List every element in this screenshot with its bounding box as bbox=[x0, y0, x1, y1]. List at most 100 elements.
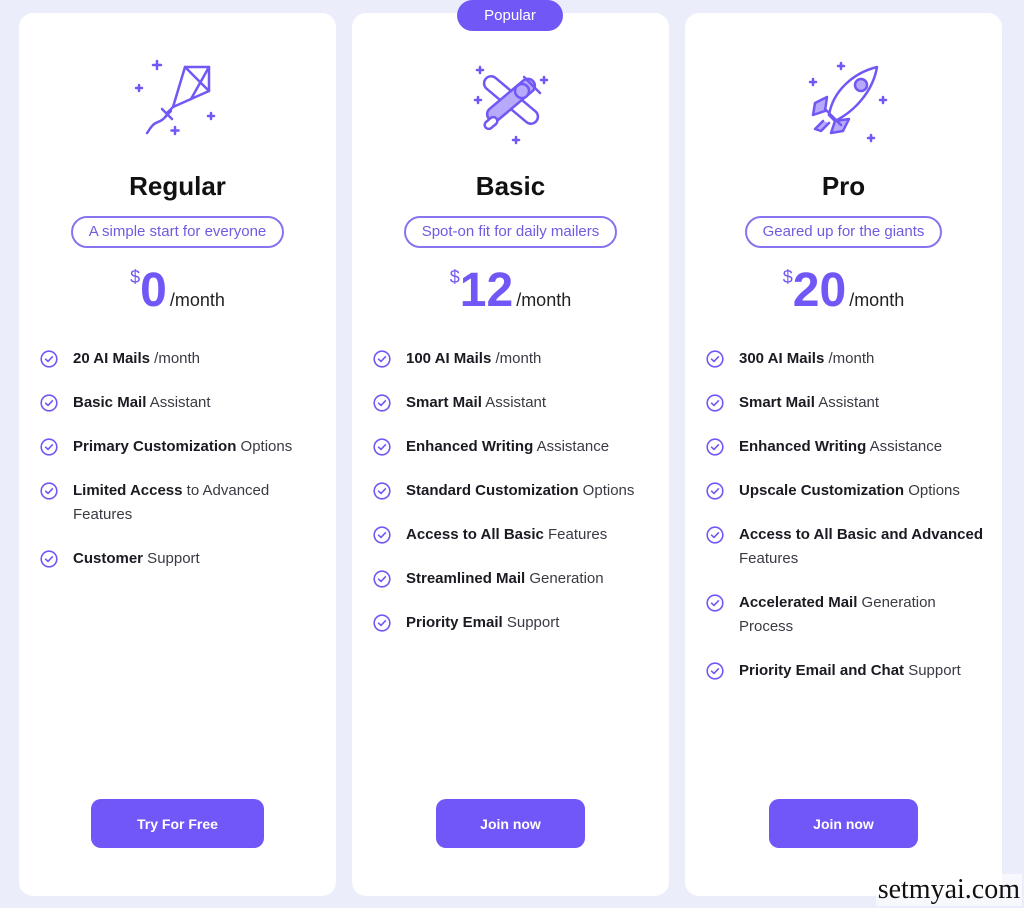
feature-text: Streamlined Mail Generation bbox=[406, 567, 604, 591]
feature-item: Smart Mail Assistant bbox=[706, 391, 986, 415]
feature-item: Enhanced Writing Assistance bbox=[373, 435, 653, 459]
feature-text: Standard Customization Options bbox=[406, 479, 634, 503]
feature-text: Access to All Basic Features bbox=[406, 523, 607, 547]
feature-list: 300 AI Mails /month Smart Mail Assistant E… bbox=[706, 347, 986, 703]
feature-item: Smart Mail Assistant bbox=[373, 391, 653, 415]
check-circle-icon bbox=[40, 438, 58, 456]
feature-rest: Support bbox=[502, 614, 560, 631]
plan-card-basic: Popular Basic Spot-on fit for daily mail… bbox=[352, 0, 669, 896]
check-circle-icon bbox=[373, 482, 391, 500]
feature-text: Smart Mail Assistant bbox=[739, 391, 879, 415]
feature-item: Access to All Basic Features bbox=[373, 523, 653, 547]
plan-name: Basic bbox=[475, 171, 546, 201]
feature-highlight: Upscale Customization bbox=[739, 482, 905, 499]
check-circle-icon bbox=[40, 350, 58, 368]
feature-text: 20 AI Mails /month bbox=[73, 347, 200, 371]
price-period: /month bbox=[516, 290, 572, 310]
feature-list: 100 AI Mails /month Smart Mail Assistant E… bbox=[373, 347, 653, 655]
check-circle-icon bbox=[40, 550, 58, 568]
plan-tagline: Spot-on fit for daily mailers bbox=[403, 216, 618, 248]
feature-item: 300 AI Mails /month bbox=[706, 347, 986, 371]
price-currency: $ bbox=[449, 267, 460, 287]
feature-item: Accelerated Mail Generation Process bbox=[706, 591, 986, 639]
check-circle-icon bbox=[373, 350, 391, 368]
price-period: /month bbox=[169, 290, 225, 310]
feature-highlight: Priority Email and Chat bbox=[739, 662, 905, 679]
feature-text: Priority Email and Chat Support bbox=[739, 659, 961, 683]
join-now-button[interactable]: Join now bbox=[769, 799, 918, 848]
rocket-icon bbox=[793, 57, 893, 147]
feature-rest: /month bbox=[491, 350, 542, 367]
popular-badge: Popular bbox=[457, 0, 563, 31]
check-circle-icon bbox=[706, 438, 724, 456]
feature-highlight: Priority Email bbox=[406, 614, 503, 631]
airplane-icon bbox=[460, 57, 560, 147]
feature-rest: Generation bbox=[525, 570, 604, 587]
plan-tagline: Geared up for the giants bbox=[744, 216, 943, 248]
plan-card-regular: Regular A simple start for everyone $0/m… bbox=[19, 13, 336, 896]
feature-text: Upscale Customization Options bbox=[739, 479, 960, 503]
check-circle-icon bbox=[706, 350, 724, 368]
feature-rest: Options bbox=[578, 482, 635, 499]
feature-text: Customer Support bbox=[73, 547, 200, 571]
feature-item: Primary Customization Options bbox=[40, 435, 320, 459]
feature-highlight: Standard Customization bbox=[406, 482, 579, 499]
feature-text: Priority Email Support bbox=[406, 611, 559, 635]
check-circle-icon bbox=[706, 482, 724, 500]
feature-list: 20 AI Mails /month Basic Mail Assistant Pr… bbox=[40, 347, 320, 591]
check-circle-icon bbox=[373, 526, 391, 544]
price: $20/month bbox=[685, 265, 1002, 317]
feature-item: Priority Email and Chat Support bbox=[706, 659, 986, 683]
feature-rest: Features bbox=[543, 526, 608, 543]
check-circle-icon bbox=[706, 662, 724, 680]
feature-text: Limited Access to Advanced Features bbox=[73, 479, 320, 527]
check-circle-icon bbox=[706, 594, 724, 612]
feature-text: 100 AI Mails /month bbox=[406, 347, 541, 371]
feature-item: Basic Mail Assistant bbox=[40, 391, 320, 415]
feature-rest: Assistant bbox=[814, 394, 880, 411]
feature-rest: /month bbox=[149, 350, 201, 367]
try-for-free-button[interactable]: Try For Free bbox=[91, 799, 264, 848]
feature-highlight: 100 AI Mails bbox=[406, 350, 492, 367]
feature-text: Basic Mail Assistant bbox=[73, 391, 211, 415]
feature-text: Access to All Basic and Advanced Feature… bbox=[739, 523, 986, 571]
feature-text: Enhanced Writing Assistance bbox=[406, 435, 609, 459]
feature-rest: Assistant bbox=[481, 394, 547, 411]
feature-highlight: Streamlined Mail bbox=[406, 570, 526, 587]
price: $0/month bbox=[19, 265, 336, 317]
feature-rest: Support bbox=[143, 550, 200, 567]
watermark: setmyai.com bbox=[875, 874, 1022, 906]
join-now-button[interactable]: Join now bbox=[436, 799, 585, 848]
check-circle-icon bbox=[373, 438, 391, 456]
feature-item: Limited Access to Advanced Features bbox=[40, 479, 320, 527]
feature-highlight: 300 AI Mails bbox=[739, 350, 825, 367]
feature-rest: Options bbox=[236, 438, 293, 455]
feature-rest: Options bbox=[904, 482, 960, 499]
feature-highlight: Enhanced Writing bbox=[739, 438, 867, 455]
feature-text: Accelerated Mail Generation Process bbox=[739, 591, 986, 639]
check-circle-icon bbox=[40, 482, 58, 500]
price-currency: $ bbox=[782, 267, 793, 287]
feature-item: 20 AI Mails /month bbox=[40, 347, 320, 371]
plan-name: Pro bbox=[821, 171, 866, 201]
feature-highlight: Primary Customization bbox=[73, 438, 237, 455]
feature-item: Upscale Customization Options bbox=[706, 479, 986, 503]
feature-rest: Support bbox=[904, 662, 961, 679]
feature-highlight: Access to All Basic and Advanced bbox=[739, 526, 983, 543]
feature-item: Customer Support bbox=[40, 547, 320, 571]
price-amount: 20 bbox=[792, 264, 847, 317]
feature-highlight: Access to All Basic bbox=[406, 526, 544, 543]
price-currency: $ bbox=[130, 267, 141, 287]
feature-highlight: Enhanced Writing bbox=[406, 438, 534, 455]
feature-item: Access to All Basic and Advanced Feature… bbox=[706, 523, 986, 571]
feature-highlight: Smart Mail bbox=[406, 394, 482, 411]
feature-rest: Features bbox=[739, 550, 799, 567]
check-circle-icon bbox=[706, 394, 724, 412]
feature-highlight: Smart Mail bbox=[739, 394, 815, 411]
feature-rest: Assistance bbox=[533, 438, 610, 455]
feature-item: Priority Email Support bbox=[373, 611, 653, 635]
feature-rest: Assistance bbox=[866, 438, 943, 455]
feature-text: 300 AI Mails /month bbox=[739, 347, 874, 371]
check-circle-icon bbox=[373, 614, 391, 632]
feature-highlight: Limited Access bbox=[73, 482, 183, 499]
